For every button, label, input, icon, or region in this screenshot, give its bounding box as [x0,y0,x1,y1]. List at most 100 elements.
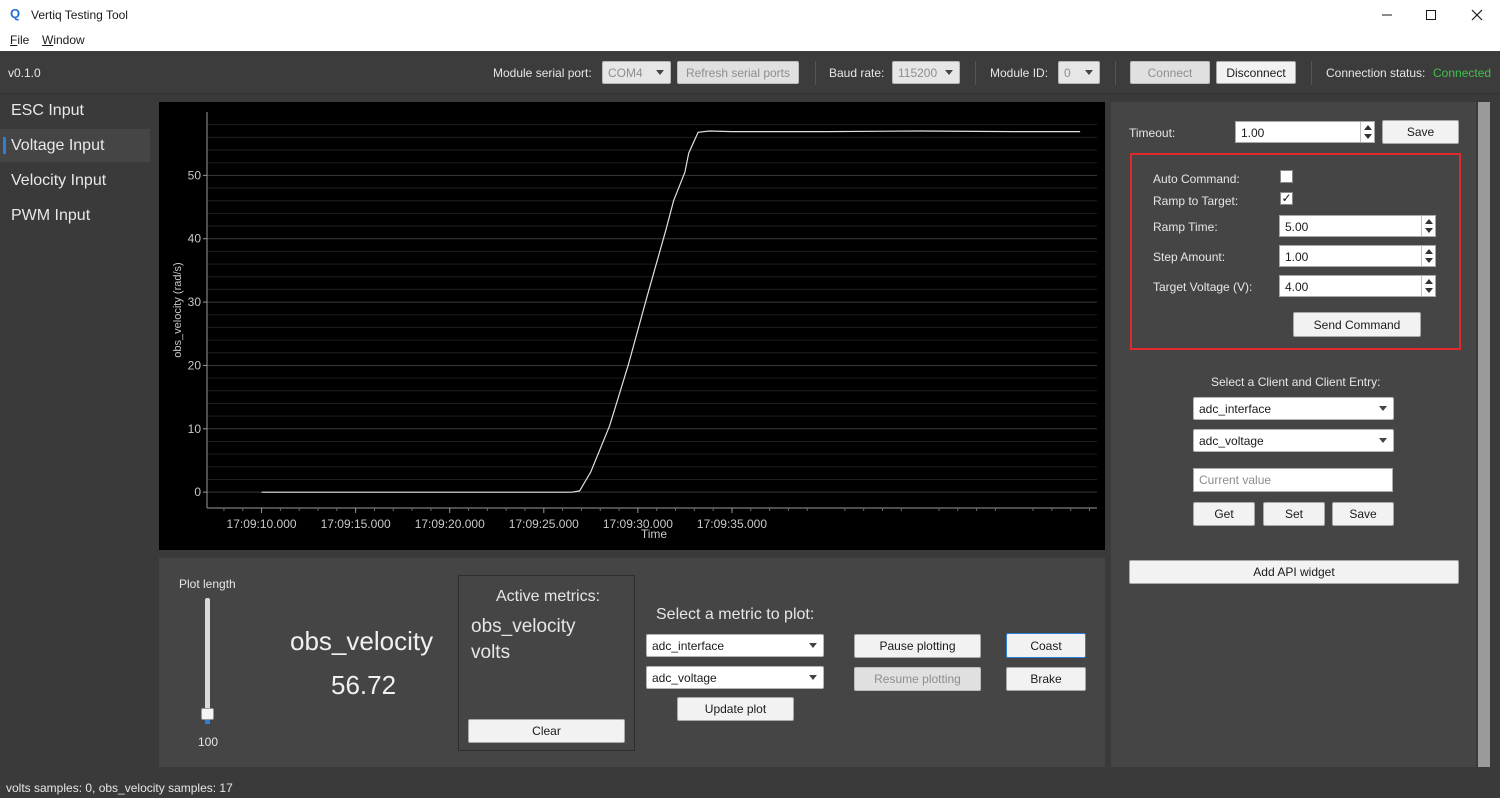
status-bar: volts samples: 0, obs_velocity samples: … [0,776,1500,798]
toolbar-divider [975,61,976,85]
current-value-input[interactable]: Current value [1193,468,1393,492]
command-panel: Timeout: 1.00 Save Auto Command: Ramp to… [1111,102,1476,767]
target-voltage-value: 4.00 [1285,280,1309,294]
module-id-value: 0 [1064,66,1071,80]
serial-port-value: COM4 [608,66,643,80]
client-save-button[interactable]: Save [1332,502,1394,526]
menu-window-label: indow [53,33,85,47]
client-select[interactable]: adc_interface [1193,397,1394,420]
client-entry-value: adc_voltage [1199,434,1264,448]
window-title: Vertiq Testing Tool [31,8,128,22]
timeout-save-button[interactable]: Save [1382,120,1459,144]
close-button[interactable] [1454,0,1500,30]
close-icon [1471,9,1483,21]
module-id-select[interactable]: 0 [1058,61,1100,84]
menu-bar: File Window [0,30,1500,51]
active-metrics-title: Active metrics: [496,588,601,605]
voltage-command-group: Auto Command: Ramp to Target: ✓ Ramp Tim… [1130,153,1461,350]
timeout-value: 1.00 [1241,126,1265,140]
active-metrics-box: Active metrics: obs_velocity volts Clear [458,575,635,751]
send-command-button[interactable]: Send Command [1293,312,1421,337]
coast-button[interactable]: Coast [1006,633,1086,658]
y-tick-label: 10 [188,422,202,436]
ramp-time-label: Ramp Time: [1153,220,1218,234]
metric-name: obs_velocity [290,626,434,656]
step-amount-input[interactable]: 1.00 [1279,245,1436,267]
step-amount-label: Step Amount: [1153,250,1226,264]
minimize-button[interactable] [1364,0,1410,30]
target-voltage-spinner[interactable] [1421,276,1435,296]
metric-client-select[interactable]: adc_interface [646,634,824,657]
ramp-time-spinner[interactable] [1421,216,1435,236]
ramp-time-input[interactable]: 5.00 [1279,215,1436,237]
sidebar-item-esc-input[interactable]: ESC Input [0,94,150,127]
set-button[interactable]: Set [1263,502,1325,526]
minimize-icon [1382,14,1392,16]
plot-length-slider-track[interactable] [205,598,210,723]
menu-file[interactable]: File [10,33,29,47]
step-amount-spinner[interactable] [1421,246,1435,266]
client-entry-select[interactable]: adc_voltage [1193,429,1394,452]
get-button[interactable]: Get [1193,502,1255,526]
maximize-button[interactable] [1408,0,1454,30]
step-amount-value: 1.00 [1285,250,1309,264]
toolbar-divider [1115,61,1116,85]
select-client-label: Select a Client and Client Entry: [1211,375,1381,389]
baud-rate-select[interactable]: 115200 [892,61,960,84]
select-metric-label: Select a metric to plot: [656,606,815,623]
metric-value: 56.72 [331,670,397,700]
chevron-down-icon [1379,406,1387,411]
sidebar-item-velocity-input[interactable]: Velocity Input [0,164,150,197]
chevron-down-icon [1085,70,1093,75]
connection-status-value: Connected [1433,66,1492,80]
chevron-down-icon [809,643,817,648]
toolbar-divider [815,61,816,85]
metric-entry-select[interactable]: adc_voltage [646,666,824,689]
timeout-spinner[interactable] [1360,122,1374,142]
timeout-label: Timeout: [1129,126,1176,140]
spin-down-icon [1425,288,1433,293]
y-axis-label: obs_velocity (rad/s) [172,262,184,357]
ramp-to-target-checkbox[interactable]: ✓ [1280,192,1293,205]
plot-length-label: Plot length [179,577,236,591]
menu-window[interactable]: Window [42,33,85,47]
sidebar-item-pwm-input[interactable]: PWM Input [0,199,150,232]
disconnect-button[interactable]: Disconnect [1216,61,1296,84]
active-metric-item: volts [471,642,511,663]
refresh-serial-ports-button[interactable]: Refresh serial ports [677,61,799,84]
metric-client-value: adc_interface [652,639,725,653]
y-tick-label: 0 [194,485,201,499]
version-label: v0.1.0 [8,66,41,80]
plot-canvas: 0 10 20 30 40 50 17:09:10.000 17:09:15.000 17:0… [172,112,1097,541]
maximize-icon [1426,10,1436,20]
y-tick-label: 20 [188,358,202,372]
add-api-widget-button[interactable]: Add API widget [1129,560,1459,584]
chevron-down-icon [809,675,817,680]
brake-button[interactable]: Brake [1006,667,1086,691]
clear-metrics-button[interactable]: Clear [468,719,625,743]
menu-window-mnemonic: W [42,33,54,47]
target-voltage-input[interactable]: 4.00 [1279,275,1436,297]
auto-command-checkbox[interactable] [1280,170,1293,183]
plot-length-slider-handle[interactable] [201,708,214,720]
update-plot-button[interactable]: Update plot [677,697,794,721]
sidebar-item-voltage-input[interactable]: Voltage Input [0,129,150,162]
right-panel-scrollbar[interactable] [1478,102,1490,767]
baud-rate-label: Baud rate: [829,66,885,80]
chevron-down-icon [656,70,664,75]
app-logo-icon: Q [10,6,21,21]
velocity-plot[interactable]: 0 10 20 30 40 50 17:09:10.000 17:09:15.000 17:0… [159,102,1105,550]
pause-plotting-button[interactable]: Pause plotting [854,634,981,658]
resume-plotting-button[interactable]: Resume plotting [854,667,981,691]
connect-button[interactable]: Connect [1130,61,1210,84]
spin-up-icon [1425,249,1433,254]
sidebar: ESC Input Voltage Input Velocity Input P… [0,94,150,767]
module-id-label: Module ID: [990,66,1049,80]
series-line-obs-velocity [261,130,1081,493]
sidebar-item-label: Velocity Input [11,171,107,189]
plot-grid [207,124,1097,493]
auto-command-label: Auto Command: [1153,172,1240,186]
serial-port-select[interactable]: COM4 [602,61,671,84]
ramp-to-target-label: Ramp to Target: [1153,194,1239,208]
timeout-input[interactable]: 1.00 [1235,121,1375,143]
